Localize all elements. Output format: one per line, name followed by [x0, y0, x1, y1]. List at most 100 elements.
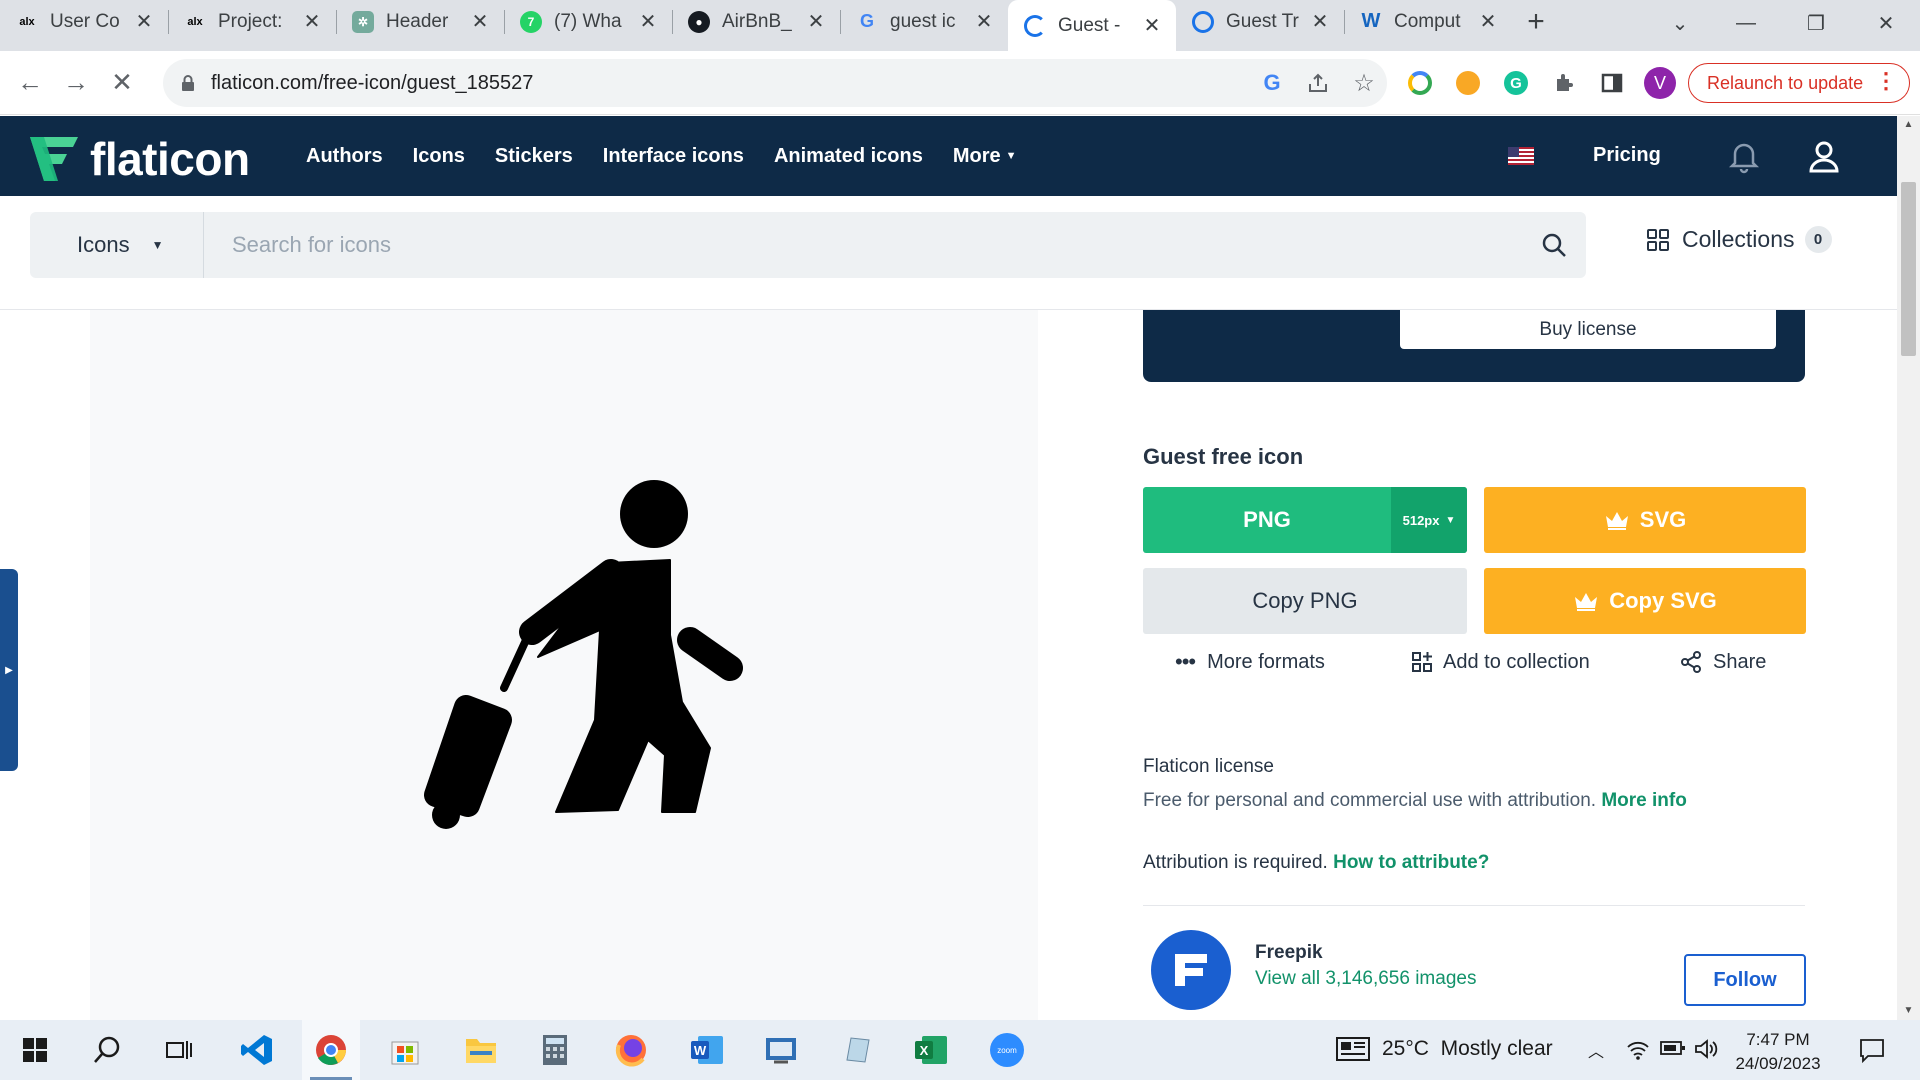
weather-widget[interactable]: 25°C Mostly clear — [1336, 1036, 1553, 1062]
file-explorer-taskbar-icon[interactable] — [452, 1020, 510, 1080]
close-tab-icon[interactable]: ✕ — [134, 9, 154, 34]
page-scrollbar[interactable]: ▲ ▼ — [1897, 116, 1920, 1020]
menu-dots-icon[interactable]: ⋮ — [1875, 70, 1897, 92]
search-taskbar-button[interactable] — [78, 1020, 136, 1080]
flaticon-logo[interactable]: flaticon — [28, 132, 250, 186]
scrollbar-thumb[interactable] — [1901, 182, 1916, 356]
logo-wordmark: flaticon — [90, 133, 250, 185]
zoom-taskbar-icon[interactable]: zoom — [978, 1020, 1036, 1080]
chrome-taskbar-icon[interactable] — [302, 1020, 360, 1080]
app-taskbar-icon[interactable] — [752, 1020, 810, 1080]
tab-search-icon[interactable]: ⌄ — [1652, 0, 1708, 46]
close-tab-icon[interactable]: ✕ — [302, 9, 322, 34]
extension-circle-icon[interactable] — [1402, 65, 1438, 101]
search-type-dropdown[interactable]: Icons ▼ — [30, 212, 204, 278]
copy-svg-button[interactable]: Copy SVG — [1484, 568, 1806, 634]
address-bar[interactable]: flaticon.com/free-icon/guest_185527 G ☆ — [163, 59, 1387, 107]
search-icon — [1542, 233, 1566, 257]
search-input[interactable] — [204, 212, 1522, 278]
browser-tab[interactable]: 7 (7) Wha ✕ — [504, 0, 672, 43]
search-button[interactable] — [1522, 212, 1586, 278]
close-tab-icon[interactable]: ✕ — [470, 9, 490, 34]
author-name[interactable]: Freepik — [1255, 942, 1323, 964]
scroll-up-arrow-icon[interactable]: ▲ — [1897, 116, 1920, 134]
pricing-link[interactable]: Pricing — [1593, 144, 1661, 167]
side-drawer-toggle[interactable]: ▶ — [0, 569, 18, 771]
wifi-icon[interactable] — [1626, 1038, 1650, 1065]
profile-avatar[interactable]: V — [1642, 65, 1678, 101]
calculator-taskbar-icon[interactable] — [526, 1020, 584, 1080]
nav-authors[interactable]: Authors — [306, 145, 383, 168]
how-to-attribute-link[interactable]: How to attribute? — [1333, 852, 1489, 873]
nav-icons[interactable]: Icons — [413, 145, 465, 168]
close-tab-icon[interactable]: ✕ — [1310, 9, 1330, 34]
add-to-collection-button[interactable]: Add to collection — [1411, 651, 1590, 674]
stop-loading-button[interactable]: ✕ — [100, 61, 144, 105]
notification-bell-icon[interactable] — [1726, 138, 1762, 174]
browser-tab[interactable]: alx Project: ✕ — [168, 0, 336, 43]
extension-orange-icon[interactable] — [1450, 65, 1486, 101]
start-button[interactable] — [6, 1020, 64, 1080]
back-button[interactable]: ← — [8, 61, 52, 105]
browser-tab[interactable]: alx User Co ✕ — [0, 0, 168, 43]
new-tab-button[interactable]: + — [1512, 0, 1560, 43]
close-tab-icon[interactable]: ✕ — [1142, 13, 1162, 38]
scroll-down-arrow-icon[interactable]: ▼ — [1897, 1002, 1920, 1020]
us-flag-icon[interactable] — [1508, 147, 1534, 165]
browser-tab[interactable]: ● AirBnB_ ✕ — [672, 0, 840, 43]
word-taskbar-icon[interactable]: W — [678, 1020, 736, 1080]
show-hidden-icons-chevron-icon[interactable]: ︿ — [1588, 1038, 1604, 1062]
volume-icon[interactable] — [1694, 1038, 1720, 1065]
grammarly-icon[interactable]: G — [1498, 65, 1534, 101]
browser-toolbar: ← → ✕ flaticon.com/free-icon/guest_18552… — [0, 51, 1920, 115]
restore-button[interactable]: ❐ — [1788, 0, 1844, 46]
share-icon[interactable] — [1295, 72, 1341, 94]
side-panel-icon[interactable] — [1594, 65, 1630, 101]
nav-animated-icons[interactable]: Animated icons — [774, 145, 923, 168]
author-images-link[interactable]: View all 3,146,656 images — [1255, 968, 1476, 990]
browser-tab-active[interactable]: Guest - ✕ — [1008, 0, 1176, 51]
more-formats-button[interactable]: ••• More formats — [1175, 649, 1325, 675]
download-svg-button[interactable]: SVG — [1484, 487, 1806, 553]
notes-taskbar-icon[interactable] — [828, 1020, 886, 1080]
browser-tab[interactable]: G guest ic ✕ — [840, 0, 1008, 43]
firefox-taskbar-icon[interactable] — [602, 1020, 660, 1080]
buy-license-button[interactable]: Buy license — [1400, 310, 1776, 349]
notifications-icon[interactable] — [1858, 1036, 1886, 1069]
close-tab-icon[interactable]: ✕ — [1478, 9, 1498, 34]
minimize-button[interactable]: — — [1718, 0, 1774, 46]
close-tab-icon[interactable]: ✕ — [638, 9, 658, 34]
share-button[interactable]: Share — [1679, 650, 1766, 674]
task-view-button[interactable] — [150, 1020, 208, 1080]
user-account-icon[interactable] — [1806, 138, 1842, 174]
main-nav: Authors Icons Stickers Interface icons A… — [306, 116, 1017, 196]
close-tab-icon[interactable]: ✕ — [974, 9, 994, 34]
browser-tab[interactable]: ✲ Header ✕ — [336, 0, 504, 43]
close-window-button[interactable]: ✕ — [1858, 0, 1914, 46]
collections-button[interactable]: Collections 0 — [1646, 226, 1832, 253]
more-info-link[interactable]: More info — [1601, 790, 1687, 811]
close-tab-icon[interactable]: ✕ — [806, 9, 826, 34]
author-avatar[interactable] — [1151, 930, 1231, 1010]
download-png-button[interactable]: PNG 512px ▼ — [1143, 487, 1467, 553]
nav-more[interactable]: More ▼ — [953, 145, 1017, 168]
search-bar: Icons ▼ — [30, 212, 1586, 278]
copy-png-button[interactable]: Copy PNG — [1143, 568, 1467, 634]
vscode-taskbar-icon[interactable] — [228, 1020, 286, 1080]
store-taskbar-icon[interactable] — [376, 1020, 434, 1080]
google-lens-icon[interactable]: G — [1249, 70, 1295, 96]
browser-tab[interactable]: W Comput ✕ — [1344, 0, 1512, 43]
png-size-dropdown[interactable]: 512px ▼ — [1391, 487, 1467, 553]
url-text[interactable]: flaticon.com/free-icon/guest_185527 — [211, 72, 1249, 95]
follow-button[interactable]: Follow — [1684, 954, 1806, 1006]
relaunch-to-update-button[interactable]: Relaunch to update ⋮ — [1688, 63, 1910, 103]
battery-icon[interactable] — [1660, 1038, 1686, 1063]
bookmark-star-icon[interactable]: ☆ — [1341, 69, 1387, 98]
forward-button[interactable]: → — [54, 61, 98, 105]
nav-stickers[interactable]: Stickers — [495, 145, 573, 168]
browser-tab[interactable]: Guest Tr ✕ — [1176, 0, 1344, 43]
extensions-puzzle-icon[interactable] — [1546, 65, 1582, 101]
excel-taskbar-icon[interactable]: X — [902, 1020, 960, 1080]
system-clock[interactable]: 7:47 PM 24/09/2023 — [1724, 1028, 1832, 1076]
nav-interface-icons[interactable]: Interface icons — [603, 145, 744, 168]
